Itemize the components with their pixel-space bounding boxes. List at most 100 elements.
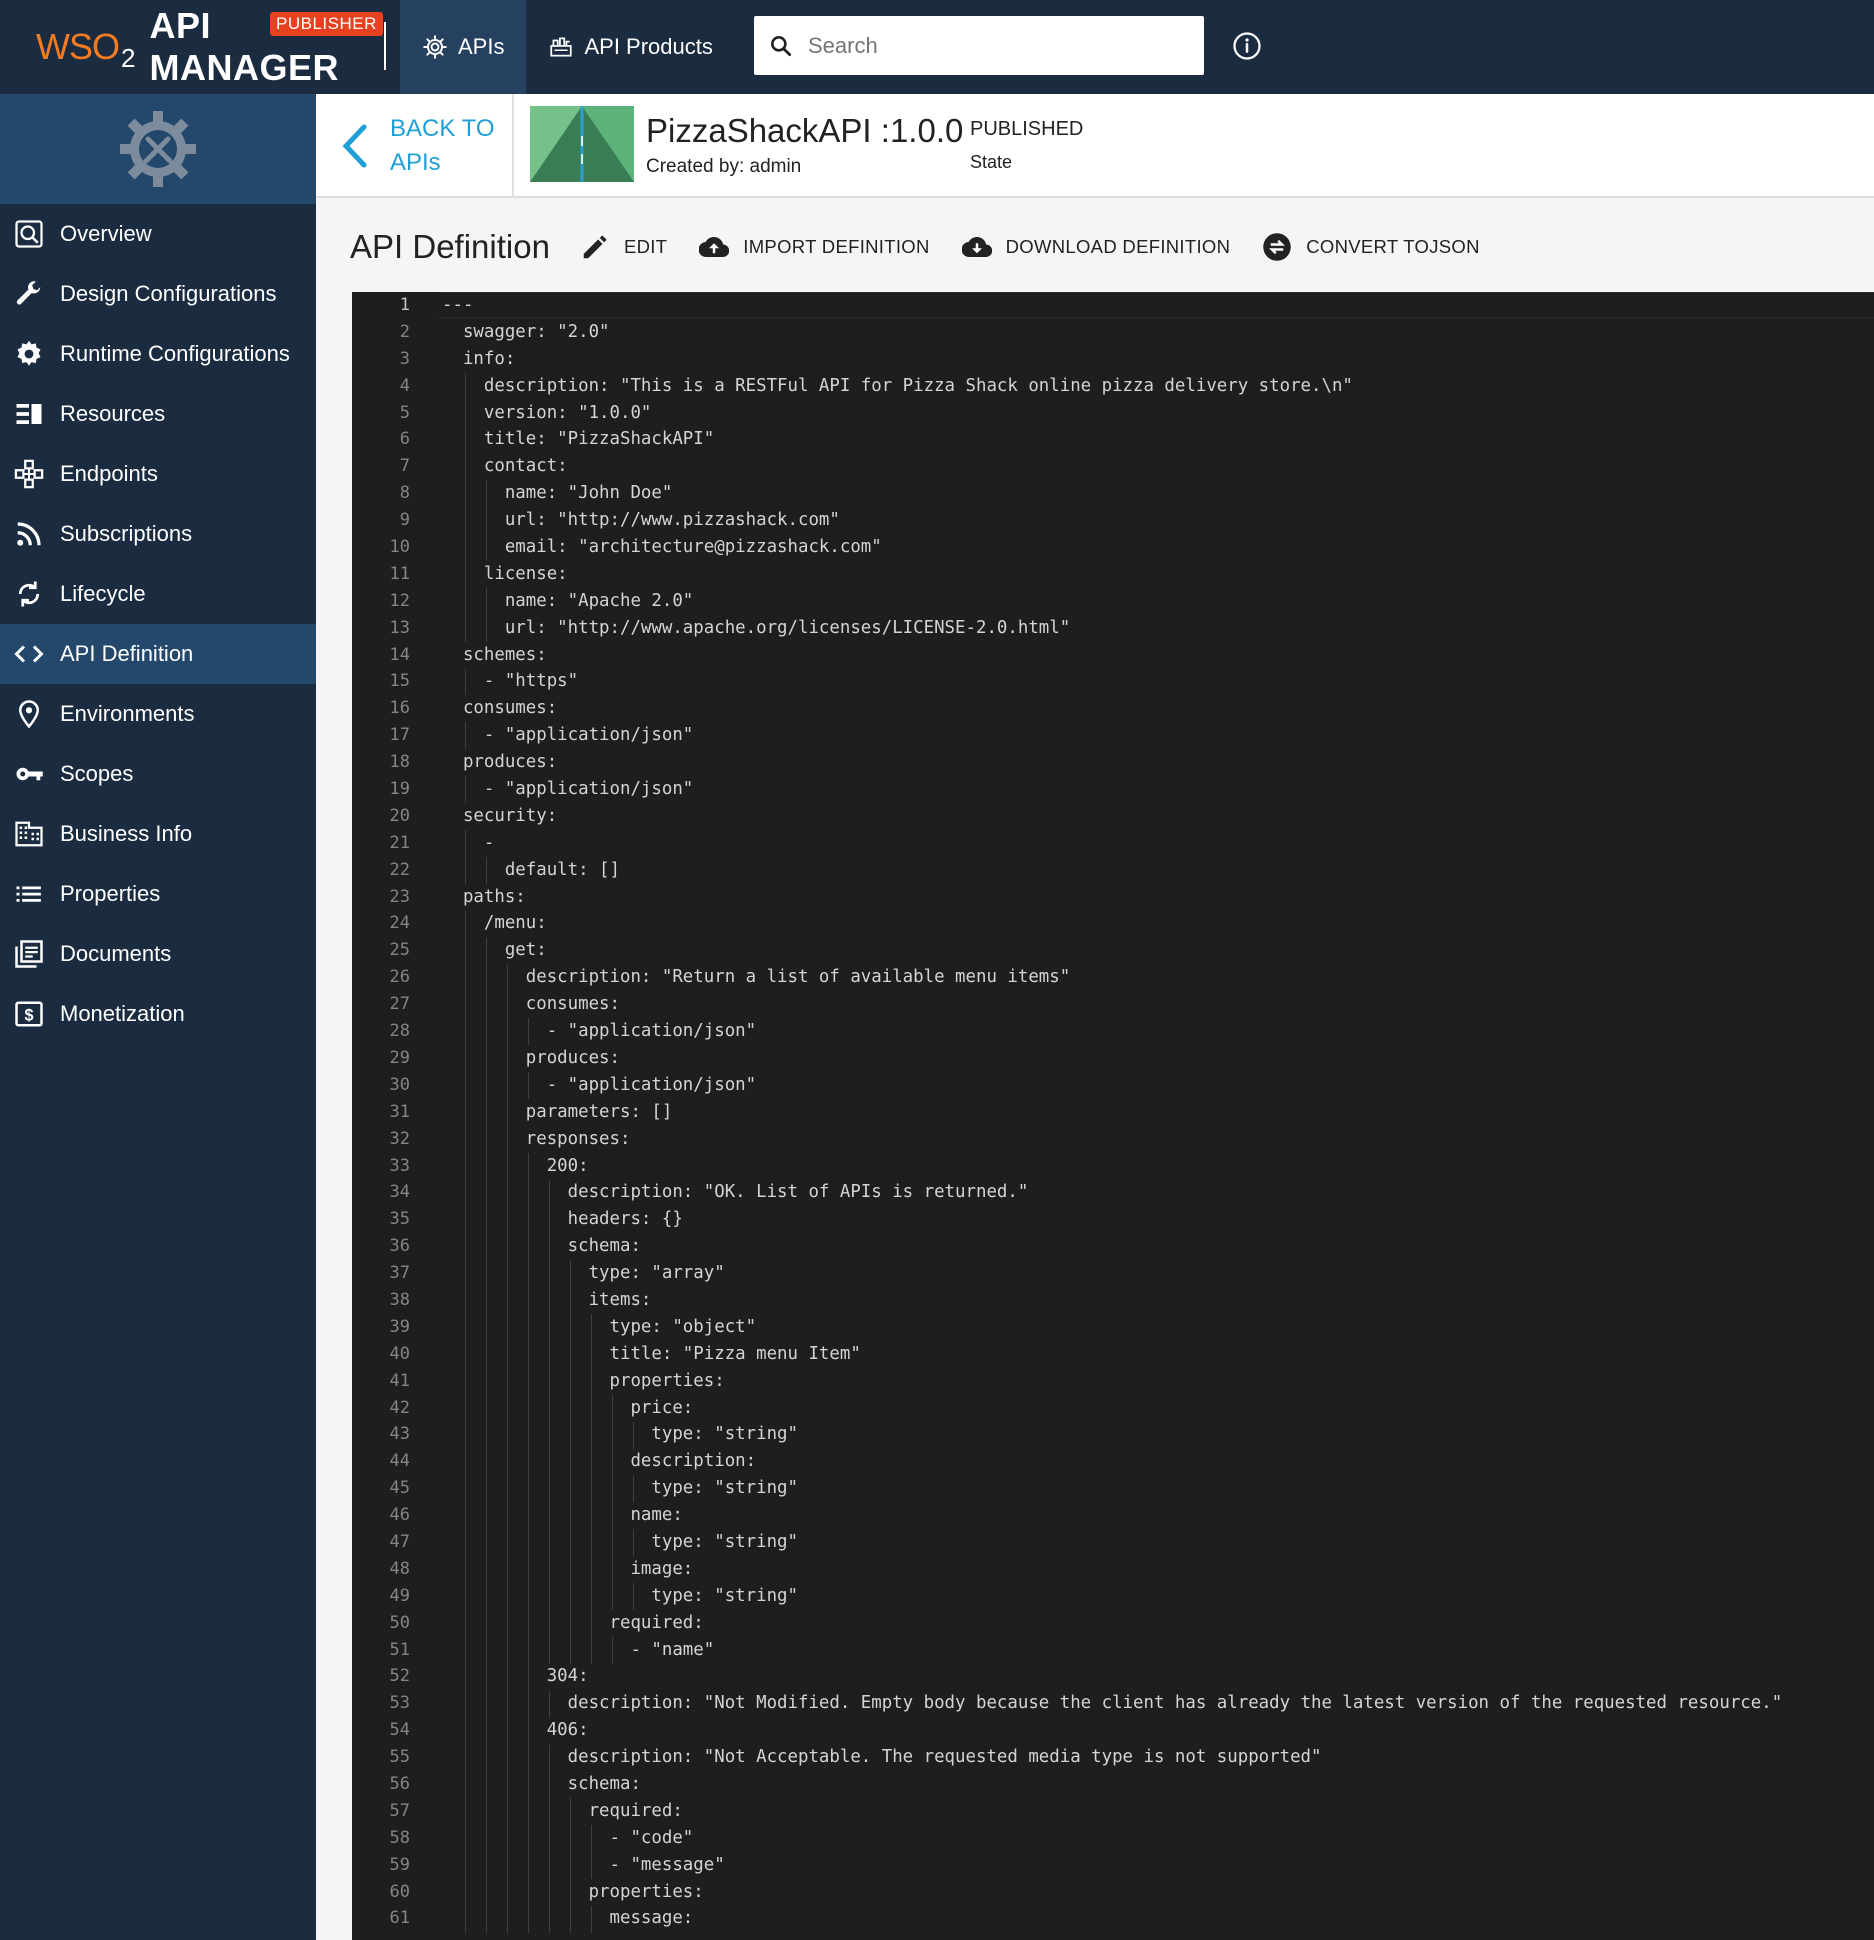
- sidebar-item-documents[interactable]: Documents: [0, 924, 316, 984]
- line-number: 55: [389, 1747, 410, 1768]
- search-box[interactable]: [754, 16, 1204, 75]
- swap-icon: [1263, 233, 1291, 261]
- code-line[interactable]: - "application/json": [442, 1072, 1874, 1099]
- code-line[interactable]: description: "This is a RESTFul API for …: [442, 373, 1874, 400]
- back-label-line2: APIs: [390, 149, 441, 176]
- code-line[interactable]: /menu:: [442, 910, 1874, 937]
- code-editor[interactable]: 1 2 3 4 5 6 7 8 9 10 11 12 13 14 15 16 17 18 19 20 21 22 23 24 2…: [352, 292, 1874, 1940]
- code-line[interactable]: name: "John Doe": [442, 480, 1874, 507]
- app-logo[interactable]: WSO 2 API MANAGER PUBLISHER: [0, 0, 400, 94]
- code-line[interactable]: get:: [442, 937, 1874, 964]
- code-line[interactable]: title: "Pizza menu Item": [442, 1341, 1874, 1368]
- code-line[interactable]: required:: [442, 1610, 1874, 1637]
- code-line[interactable]: description: "Not Modified. Empty body b…: [442, 1690, 1874, 1717]
- code-line[interactable]: type: "string": [442, 1421, 1874, 1448]
- code-line[interactable]: description: "Return a list of available…: [442, 964, 1874, 991]
- code-line[interactable]: - "message": [442, 1852, 1874, 1879]
- line-number: 48: [389, 1558, 410, 1579]
- line-number: 19: [389, 779, 410, 800]
- code-line[interactable]: description:: [442, 1448, 1874, 1475]
- code-line[interactable]: type: "string": [442, 1583, 1874, 1610]
- indent-guide: [485, 937, 487, 1933]
- sidebar-item-lifecycle[interactable]: Lifecycle: [0, 564, 316, 624]
- code-line[interactable]: 304:: [442, 1663, 1874, 1690]
- code-line[interactable]: message:: [442, 1905, 1874, 1932]
- code-line[interactable]: schema:: [442, 1771, 1874, 1798]
- code-line[interactable]: - "name": [442, 1637, 1874, 1664]
- sidebar-item-api-definition[interactable]: API Definition: [0, 624, 316, 684]
- code-line[interactable]: ---: [442, 292, 1874, 319]
- code-line[interactable]: image:: [442, 1556, 1874, 1583]
- sidebar-item-subscriptions[interactable]: Subscriptions: [0, 504, 316, 564]
- code-line[interactable]: license:: [442, 561, 1874, 588]
- code-line[interactable]: type: "string": [442, 1475, 1874, 1502]
- code-line[interactable]: - "application/json": [442, 1018, 1874, 1045]
- code-area[interactable]: --- swagger: "2.0" info: description: "T…: [442, 292, 1874, 1933]
- code-line[interactable]: - "application/json": [442, 776, 1874, 803]
- code-line[interactable]: security:: [442, 803, 1874, 830]
- tab-apis[interactable]: APIs: [400, 0, 527, 94]
- sidebar-item-scopes[interactable]: Scopes: [0, 744, 316, 804]
- code-line[interactable]: consumes:: [442, 991, 1874, 1018]
- sidebar-item-business-info[interactable]: Business Info: [0, 804, 316, 864]
- code-line[interactable]: type: "object": [442, 1314, 1874, 1341]
- code-line[interactable]: 200:: [442, 1153, 1874, 1180]
- code-line[interactable]: 406:: [442, 1717, 1874, 1744]
- convert-to-json-button[interactable]: CONVERT TOJSON: [1262, 232, 1479, 262]
- code-line[interactable]: responses:: [442, 1126, 1874, 1153]
- code-line[interactable]: url: "http://www.apache.org/licenses/LIC…: [442, 615, 1874, 642]
- indent-guide: [611, 1637, 613, 1664]
- code-line[interactable]: - "https": [442, 668, 1874, 695]
- code-line[interactable]: -: [442, 830, 1874, 857]
- code-line[interactable]: schemes:: [442, 642, 1874, 669]
- code-line[interactable]: - "code": [442, 1825, 1874, 1852]
- code-line[interactable]: swagger: "2.0": [442, 319, 1874, 346]
- sidebar-item-design-configurations[interactable]: Design Configurations: [0, 264, 316, 324]
- code-line[interactable]: name: "Apache 2.0": [442, 588, 1874, 615]
- sidebar-item-properties[interactable]: Properties: [0, 864, 316, 924]
- sidebar-item-monetization[interactable]: $ Monetization: [0, 984, 316, 1044]
- code-line[interactable]: price:: [442, 1395, 1874, 1422]
- search-input[interactable]: [808, 32, 1168, 59]
- code-line[interactable]: headers: {}: [442, 1206, 1874, 1233]
- code-line[interactable]: schema:: [442, 1233, 1874, 1260]
- back-to-apis-link[interactable]: BACK TO APIs: [340, 112, 494, 180]
- code-line[interactable]: properties:: [442, 1879, 1874, 1906]
- code-line[interactable]: url: "http://www.pizzashack.com": [442, 507, 1874, 534]
- sidebar-item-endpoints[interactable]: Endpoints: [0, 444, 316, 504]
- code-line[interactable]: produces:: [442, 1045, 1874, 1072]
- indent-guide: [569, 1260, 571, 1664]
- tab-api-products[interactable]: API Products: [526, 0, 734, 94]
- download-definition-button[interactable]: DOWNLOAD DEFINITION: [961, 232, 1231, 262]
- info-icon[interactable]: [1232, 31, 1262, 61]
- sidebar-item-label: Resources: [60, 401, 166, 426]
- code-line[interactable]: description: "OK. List of APIs is return…: [442, 1179, 1874, 1206]
- code-line[interactable]: properties:: [442, 1368, 1874, 1395]
- code-line[interactable]: produces:: [442, 749, 1874, 776]
- code-line[interactable]: type: "string": [442, 1529, 1874, 1556]
- import-definition-button[interactable]: IMPORT DEFINITION: [699, 232, 929, 262]
- line-number: 10: [389, 537, 410, 558]
- edit-button[interactable]: EDIT: [580, 232, 667, 262]
- sidebar-item-label: Runtime Configurations: [60, 341, 290, 366]
- code-line[interactable]: contact:: [442, 453, 1874, 480]
- code-line[interactable]: required:: [442, 1798, 1874, 1825]
- sidebar-item-overview[interactable]: Overview: [0, 204, 316, 264]
- sidebar-item-runtime-configurations[interactable]: Runtime Configurations: [0, 324, 316, 384]
- code-line[interactable]: - "application/json": [442, 722, 1874, 749]
- sidebar-item-environments[interactable]: Environments: [0, 684, 316, 744]
- rss-icon: [17, 522, 41, 546]
- code-line[interactable]: version: "1.0.0": [442, 400, 1874, 427]
- code-line[interactable]: paths:: [442, 884, 1874, 911]
- code-line[interactable]: consumes:: [442, 695, 1874, 722]
- code-line[interactable]: title: "PizzaShackAPI": [442, 426, 1874, 453]
- code-line[interactable]: default: []: [442, 857, 1874, 884]
- code-line[interactable]: info:: [442, 346, 1874, 373]
- code-line[interactable]: type: "array": [442, 1260, 1874, 1287]
- code-line[interactable]: email: "architecture@pizzashack.com": [442, 534, 1874, 561]
- code-line[interactable]: name:: [442, 1502, 1874, 1529]
- code-line[interactable]: parameters: []: [442, 1099, 1874, 1126]
- sidebar-item-resources[interactable]: Resources: [0, 384, 316, 444]
- code-line[interactable]: description: "Not Acceptable. The reques…: [442, 1744, 1874, 1771]
- code-line[interactable]: items:: [442, 1287, 1874, 1314]
